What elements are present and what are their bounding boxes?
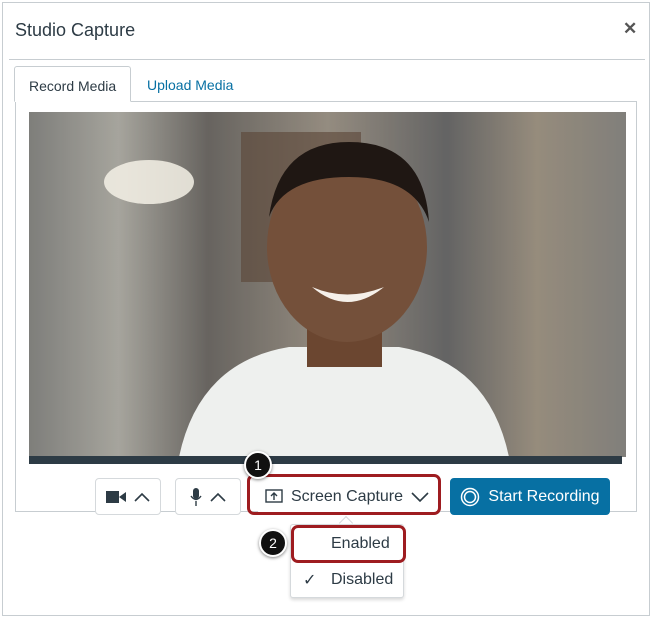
video-camera-icon (106, 490, 126, 503)
chevron-up-icon (134, 492, 150, 502)
tab-upload-media[interactable]: Upload Media (133, 66, 247, 102)
close-icon[interactable]: ✕ (623, 19, 637, 39)
start-recording-button[interactable]: Start Recording (450, 478, 610, 515)
microphone-icon (190, 487, 202, 506)
highlight-screen-capture (247, 474, 441, 515)
start-recording-label: Start Recording (488, 487, 600, 505)
callout-badge-1: 1 (244, 451, 272, 479)
option-label: Disabled (331, 571, 394, 588)
webcam-person-image (29, 112, 626, 457)
highlight-enabled-option (291, 525, 406, 563)
dropdown-option-disabled[interactable]: ✓ Disabled (291, 562, 403, 598)
webcam-preview (29, 112, 626, 457)
checkmark-icon: ✓ (303, 572, 317, 589)
microphone-settings-button[interactable] (175, 478, 241, 515)
header-divider (9, 59, 645, 60)
callout-badge-2: 2 (259, 529, 287, 557)
tab-record-media[interactable]: Record Media (14, 66, 132, 102)
chevron-up-icon (210, 492, 226, 502)
dialog-title: Studio Capture (15, 20, 136, 40)
camera-settings-button[interactable] (95, 478, 161, 515)
recording-progress-bar (29, 456, 622, 464)
record-icon (461, 487, 480, 506)
